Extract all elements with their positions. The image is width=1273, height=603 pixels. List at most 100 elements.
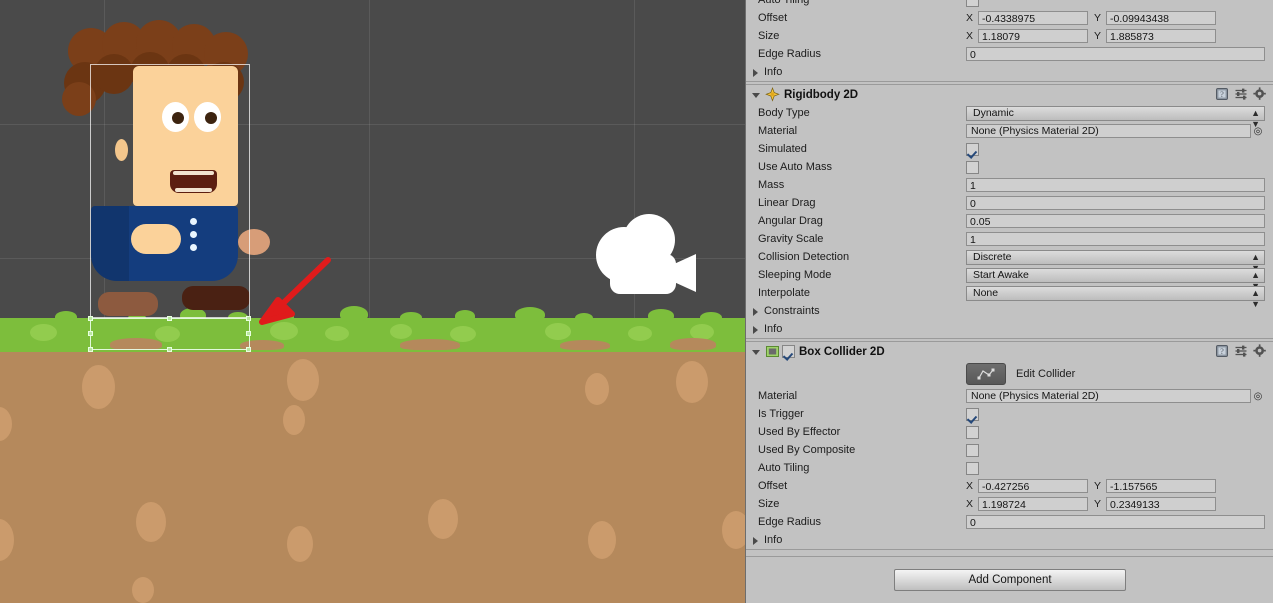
object-picker-icon[interactable]: ◎ bbox=[1251, 391, 1265, 402]
row-size[interactable]: Size X 1.198724 Y 0.2349133 bbox=[746, 495, 1273, 513]
field-angular-drag[interactable]: 0.05 bbox=[966, 214, 1265, 228]
chevron-right-icon bbox=[752, 535, 762, 545]
label-mass: Mass bbox=[758, 179, 785, 191]
row-interpolate[interactable]: Interpolate None ▲ ▼ bbox=[746, 284, 1273, 309]
checkbox-use-auto-mass[interactable] bbox=[966, 160, 979, 174]
checkbox-used-by-composite[interactable] bbox=[966, 443, 979, 457]
inspector-panel[interactable]: Auto Tiling Offset X -0.4338975 Y -0.099… bbox=[745, 0, 1273, 603]
label-linear-drag: Linear Drag bbox=[758, 197, 816, 209]
edit-collider-button[interactable] bbox=[966, 363, 1006, 385]
dropdown-interpolate[interactable]: None ▲ ▼ bbox=[966, 285, 1265, 309]
checkbox-auto-tiling[interactable] bbox=[966, 0, 979, 7]
dropdown-sleeping-mode-value: Start Awake bbox=[973, 268, 1029, 281]
row-gravity-scale[interactable]: Gravity Scale 1 bbox=[746, 230, 1273, 248]
gear-icon[interactable] bbox=[1253, 344, 1267, 358]
row-offset[interactable]: Offset X -0.427256 Y -1.157565 bbox=[746, 477, 1273, 495]
dropdown-body-type[interactable]: Dynamic ▲ ▼ bbox=[966, 105, 1265, 129]
grass-tuft bbox=[400, 312, 422, 323]
row-auto-tiling-top[interactable]: Auto Tiling bbox=[746, 0, 1273, 9]
component-block-partial-collider: Auto Tiling Offset X -0.4338975 Y -0.099… bbox=[746, 0, 1273, 82]
dropdown-collision-detection[interactable]: Discrete▲▼ bbox=[966, 249, 1265, 273]
row-auto-tiling[interactable]: Auto Tiling bbox=[746, 459, 1273, 477]
row-collision-detection[interactable]: Collision Detection Discrete▲▼ bbox=[746, 248, 1273, 273]
label-used-by-composite: Used By Composite bbox=[758, 444, 856, 456]
field-edge-radius[interactable]: 0 bbox=[966, 47, 1265, 61]
row-edge-radius[interactable]: Edge Radius 0 bbox=[746, 513, 1273, 531]
component-header-box-collider-2d[interactable]: Box Collider 2D ? bbox=[746, 342, 1273, 361]
row-size-top[interactable]: Size X 1.18079 Y 1.885873 bbox=[746, 27, 1273, 45]
label-info: Info bbox=[764, 66, 783, 78]
label-simulated: Simulated bbox=[758, 143, 807, 155]
row-used-by-composite[interactable]: Used By Composite bbox=[746, 441, 1273, 459]
row-use-auto-mass[interactable]: Use Auto Mass bbox=[746, 158, 1273, 176]
chevron-updown-icon: ▲▼ bbox=[1251, 107, 1260, 129]
component-header-rigidbody-2d[interactable]: Rigidbody 2D ? bbox=[746, 85, 1273, 104]
foldout-info-boxcollider[interactable]: Info bbox=[746, 531, 1273, 549]
row-edge-radius-top[interactable]: Edge Radius 0 bbox=[746, 45, 1273, 63]
row-linear-drag[interactable]: Linear Drag 0 bbox=[746, 194, 1273, 212]
objectfield-material[interactable]: None (Physics Material 2D) bbox=[966, 124, 1251, 138]
label-auto-tiling: Auto Tiling bbox=[758, 462, 810, 474]
field-mass[interactable]: 1 bbox=[966, 178, 1265, 192]
label-angular-drag: Angular Drag bbox=[758, 215, 823, 227]
row-mass[interactable]: Mass 1 bbox=[746, 176, 1273, 194]
row-body-type[interactable]: Body Type Dynamic ▲ ▼ bbox=[746, 104, 1273, 129]
checkbox-box-collider-enabled[interactable] bbox=[782, 344, 795, 359]
checkbox-is-trigger[interactable] bbox=[966, 407, 979, 421]
axis-label-x: X bbox=[966, 30, 974, 42]
chevron-down-icon[interactable] bbox=[752, 90, 762, 100]
foldout-info-rigidbody[interactable]: Info bbox=[746, 320, 1273, 338]
row-sleeping-mode[interactable]: Sleeping Mode Start Awake▲▼ bbox=[746, 266, 1273, 291]
label-material: Material bbox=[758, 390, 798, 402]
row-material-rb[interactable]: Material None (Physics Material 2D) ◎ bbox=[746, 122, 1273, 140]
component-title-rigidbody-2d: Rigidbody 2D bbox=[784, 88, 859, 101]
field-size-x[interactable]: 1.198724 bbox=[978, 497, 1088, 511]
camera-gizmo-icon[interactable] bbox=[588, 212, 700, 302]
field-offset-y[interactable]: -1.157565 bbox=[1106, 479, 1216, 493]
row-angular-drag[interactable]: Angular Drag 0.05 bbox=[746, 212, 1273, 230]
preset-icon[interactable] bbox=[1234, 344, 1248, 358]
box-collider-gizmo[interactable] bbox=[88, 316, 251, 352]
help-book-icon[interactable]: ? bbox=[1215, 87, 1229, 101]
component-block-box-collider-2d: Box Collider 2D ? Edit Collider Material… bbox=[746, 341, 1273, 550]
grass-tuft bbox=[340, 306, 368, 322]
label-info: Info bbox=[764, 534, 783, 546]
dropdown-sleeping-mode[interactable]: Start Awake▲▼ bbox=[966, 267, 1265, 291]
row-offset-top[interactable]: Offset X -0.4338975 Y -0.09943438 bbox=[746, 9, 1273, 27]
label-sleeping-mode: Sleeping Mode bbox=[758, 269, 832, 281]
svg-text:?: ? bbox=[1220, 90, 1224, 99]
ground-dirt-layer bbox=[0, 345, 745, 603]
dropdown-collision-detection-value: Discrete bbox=[973, 250, 1012, 263]
row-simulated[interactable]: Simulated bbox=[746, 140, 1273, 158]
row-used-by-effector[interactable]: Used By Effector bbox=[746, 423, 1273, 441]
add-component-button[interactable]: Add Component bbox=[894, 569, 1126, 591]
foldout-constraints[interactable]: Constraints bbox=[746, 302, 1273, 320]
dirt-bump bbox=[560, 340, 610, 350]
label-body-type: Body Type bbox=[758, 107, 810, 119]
gear-icon[interactable] bbox=[1253, 87, 1267, 101]
field-size-y[interactable]: 1.885873 bbox=[1106, 29, 1216, 43]
row-material-bc[interactable]: Material None (Physics Material 2D) ◎ bbox=[746, 387, 1273, 405]
field-size-x[interactable]: 1.18079 bbox=[978, 29, 1088, 43]
foldout-info-top[interactable]: Info bbox=[746, 63, 1273, 81]
rigidbody-2d-icon bbox=[765, 86, 780, 102]
field-gravity-scale[interactable]: 1 bbox=[966, 232, 1265, 246]
field-size-y[interactable]: 0.2349133 bbox=[1106, 497, 1216, 511]
checkbox-auto-tiling[interactable] bbox=[966, 461, 979, 475]
field-offset-x[interactable]: -0.4338975 bbox=[978, 11, 1088, 25]
edit-collider-row[interactable]: Edit Collider bbox=[746, 361, 1273, 387]
field-edge-radius[interactable]: 0 bbox=[966, 515, 1265, 529]
chevron-down-icon[interactable] bbox=[752, 347, 762, 357]
axis-label-y: Y bbox=[1094, 30, 1102, 42]
checkbox-used-by-effector[interactable] bbox=[966, 425, 979, 439]
scene-view[interactable] bbox=[0, 0, 745, 603]
objectfield-material[interactable]: None (Physics Material 2D) bbox=[966, 389, 1251, 403]
preset-icon[interactable] bbox=[1234, 87, 1248, 101]
label-edge-radius: Edge Radius bbox=[758, 516, 821, 528]
row-is-trigger[interactable]: Is Trigger bbox=[746, 405, 1273, 423]
field-offset-x[interactable]: -0.427256 bbox=[978, 479, 1088, 493]
field-offset-y[interactable]: -0.09943438 bbox=[1106, 11, 1216, 25]
checkbox-simulated[interactable] bbox=[966, 142, 979, 156]
field-linear-drag[interactable]: 0 bbox=[966, 196, 1265, 210]
help-book-icon[interactable]: ? bbox=[1215, 344, 1229, 358]
